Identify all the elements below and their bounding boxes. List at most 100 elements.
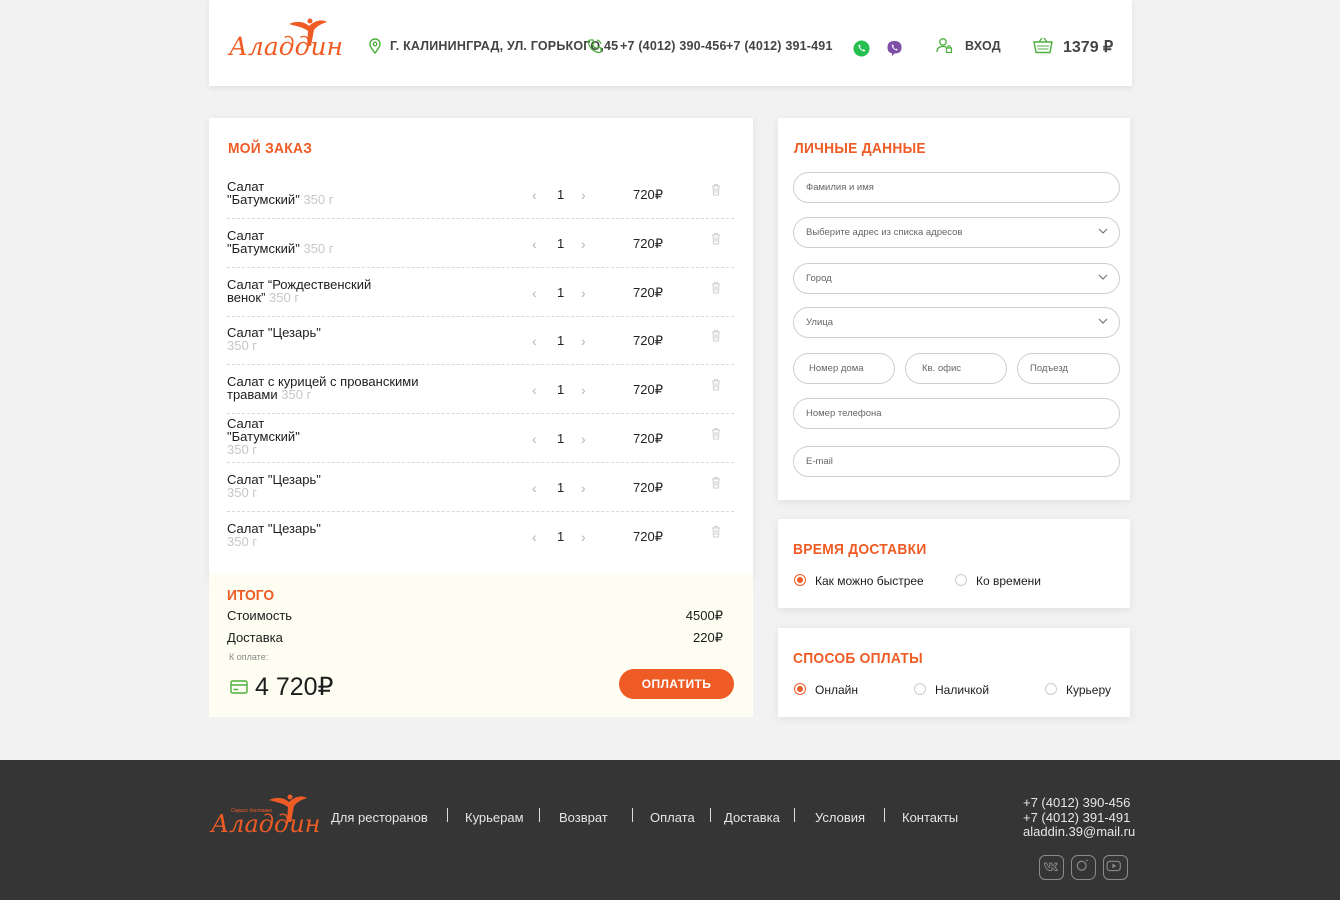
- item-name: Салат "Батумский" 350 г: [227, 417, 447, 456]
- item-price: 720₽: [633, 431, 663, 446]
- payment-online-radio[interactable]: Онлайн: [794, 683, 858, 696]
- payment-cash-radio[interactable]: Наличкой: [914, 683, 989, 696]
- order-item-row: Салат "Батумский" 350 г ‹ 1 › 720₽: [227, 219, 734, 268]
- increase-qty-button[interactable]: ›: [581, 285, 586, 301]
- increase-qty-button[interactable]: ›: [581, 529, 586, 545]
- radio-dot: [1045, 683, 1057, 695]
- footer-phone-2[interactable]: +7 (4012) 391-491: [1023, 811, 1130, 825]
- decrease-qty-button[interactable]: ‹: [532, 431, 537, 447]
- decrease-qty-button[interactable]: ‹: [532, 236, 537, 252]
- increase-qty-button[interactable]: ›: [581, 187, 586, 203]
- instagram-icon[interactable]: [1071, 855, 1096, 880]
- cart-icon[interactable]: [1033, 37, 1053, 54]
- site-footer: Аладдин Сервис доставки Для ресторанов К…: [0, 760, 1340, 900]
- order-card: МОЙ ЗАКАЗ Салат "Батумский" 350 г ‹ 1 › 720₽ С…: [209, 118, 753, 580]
- phone-input[interactable]: Номер телефона: [793, 398, 1120, 429]
- decrease-qty-button[interactable]: ‹: [532, 285, 537, 301]
- delivery-time-title: ВРЕМЯ ДОСТАВКИ: [793, 541, 927, 558]
- login-link[interactable]: ВХОД: [965, 39, 1001, 53]
- increase-qty-button[interactable]: ›: [581, 480, 586, 496]
- decrease-qty-button[interactable]: ‹: [532, 333, 537, 349]
- payment-courier-radio[interactable]: Курьеру: [1045, 683, 1111, 696]
- item-price: 720₽: [633, 333, 663, 349]
- to-pay-value: 4 720₽: [255, 673, 334, 701]
- item-name-line: Салат "Цезарь": [227, 473, 447, 486]
- trash-icon[interactable]: [711, 329, 721, 342]
- item-name: Салат "Цезарь" 350 г: [227, 473, 447, 499]
- decrease-qty-button[interactable]: ‹: [532, 480, 537, 496]
- trash-icon[interactable]: [711, 378, 721, 391]
- increase-qty-button[interactable]: ›: [581, 431, 586, 447]
- trash-icon[interactable]: [711, 183, 721, 196]
- decrease-qty-button[interactable]: ‹: [532, 187, 537, 203]
- whatsapp-icon[interactable]: [853, 40, 870, 57]
- item-price: 720₽: [633, 235, 663, 251]
- item-name: Салат "Батумский" 350 г: [227, 229, 447, 255]
- item-name: Салат "Цезарь" 350 г: [227, 326, 447, 352]
- order-title: МОЙ ЗАКАЗ: [228, 140, 313, 157]
- decrease-qty-button[interactable]: ‹: [532, 382, 537, 398]
- item-name-line: Салат "Цезарь": [227, 522, 447, 535]
- cost-value: 4500₽: [685, 608, 723, 623]
- street-select-text: Улица: [806, 317, 833, 328]
- item-name: Салат с курицей с прованскими травами 350…: [227, 375, 447, 401]
- footer-logo[interactable]: Аладдин Сервис доставки: [209, 794, 320, 840]
- decrease-qty-button[interactable]: ‹: [532, 529, 537, 545]
- footer-divider: [710, 808, 711, 822]
- order-item-row: Салат с курицей с прованскими травами 350…: [227, 365, 734, 415]
- footer-link-return[interactable]: Возврат: [559, 810, 608, 825]
- total-title: ИТОГО: [227, 587, 275, 604]
- cart-total[interactable]: 1379 ₽: [1063, 37, 1113, 57]
- item-name-line: "Батумский" 350 г: [227, 242, 447, 255]
- email-input[interactable]: E-mail: [793, 446, 1120, 477]
- item-name-line: "Батумский" 350 г: [227, 193, 447, 206]
- footer-link-restaurants[interactable]: Для ресторанов: [331, 810, 428, 825]
- item-quantity: 1: [557, 284, 565, 300]
- item-quantity: 1: [557, 187, 565, 202]
- house-number-input[interactable]: Номер дома: [793, 353, 895, 384]
- flat-input[interactable]: Кв. офис: [905, 353, 1007, 384]
- pay-button[interactable]: ОПЛАТИТЬ: [619, 669, 734, 699]
- header-phone-1[interactable]: +7 (4012) 390-456: [620, 39, 727, 53]
- delivery-asap-radio[interactable]: Как можно быстрее: [794, 574, 924, 587]
- address-select[interactable]: Выберите адрес из списка адресов: [793, 217, 1120, 248]
- viber-icon[interactable]: [886, 40, 903, 57]
- city-select[interactable]: Город: [793, 263, 1120, 294]
- trash-icon[interactable]: [711, 232, 721, 245]
- footer-phone-1[interactable]: +7 (4012) 390-456: [1023, 796, 1130, 810]
- order-item-row: Салат "Цезарь" 350 г ‹ 1 › 720₽: [227, 463, 734, 512]
- trash-icon[interactable]: [711, 476, 721, 489]
- footer-divider: [447, 808, 448, 822]
- youtube-icon[interactable]: [1103, 855, 1128, 880]
- footer-link-couriers[interactable]: Курьерам: [465, 810, 524, 825]
- street-select[interactable]: Улица: [793, 307, 1120, 338]
- entrance-input[interactable]: Подъезд: [1017, 353, 1120, 384]
- delivery-scheduled-radio[interactable]: Ко времени: [955, 574, 1041, 587]
- vk-icon[interactable]: [1039, 855, 1064, 880]
- trash-icon[interactable]: [711, 525, 721, 538]
- item-price: 720₽: [633, 479, 663, 495]
- header-phone-2[interactable]: +7 (4012) 391-491: [726, 39, 833, 53]
- header-logo[interactable]: Аладдин: [227, 18, 343, 70]
- increase-qty-button[interactable]: ›: [581, 236, 586, 252]
- footer-link-contacts[interactable]: Контакты: [902, 810, 958, 825]
- payment-title: СПОСОБ ОПЛАТЫ: [793, 650, 923, 667]
- city-select-text: Город: [806, 273, 832, 284]
- site-header: Аладдин Г. КАЛИНИНГРАД, УЛ. ГОРЬКОГО,45 …: [209, 0, 1132, 86]
- increase-qty-button[interactable]: ›: [581, 333, 586, 349]
- footer-link-terms[interactable]: Условия: [815, 810, 865, 825]
- trash-icon[interactable]: [711, 427, 721, 440]
- item-price: 720₽: [633, 284, 663, 300]
- footer-link-delivery[interactable]: Доставка: [724, 810, 780, 825]
- credit-card-icon: [230, 680, 248, 694]
- header-address[interactable]: Г. КАЛИНИНГРАД, УЛ. ГОРЬКОГО,45: [390, 39, 618, 53]
- item-name-text: "Батумский": [227, 192, 300, 207]
- fullname-input[interactable]: Фамилия и имя: [793, 172, 1120, 203]
- footer-email[interactable]: aladdin.39@mail.ru: [1023, 825, 1135, 839]
- total-section: ИТОГО Стоимость 4500₽ Доставка 220₽ К оп…: [209, 569, 753, 717]
- trash-icon[interactable]: [711, 281, 721, 294]
- personal-title: ЛИЧНЫЕ ДАННЫЕ: [794, 140, 926, 157]
- radio-dot: [955, 574, 967, 586]
- increase-qty-button[interactable]: ›: [581, 382, 586, 398]
- footer-link-payment[interactable]: Оплата: [650, 810, 695, 825]
